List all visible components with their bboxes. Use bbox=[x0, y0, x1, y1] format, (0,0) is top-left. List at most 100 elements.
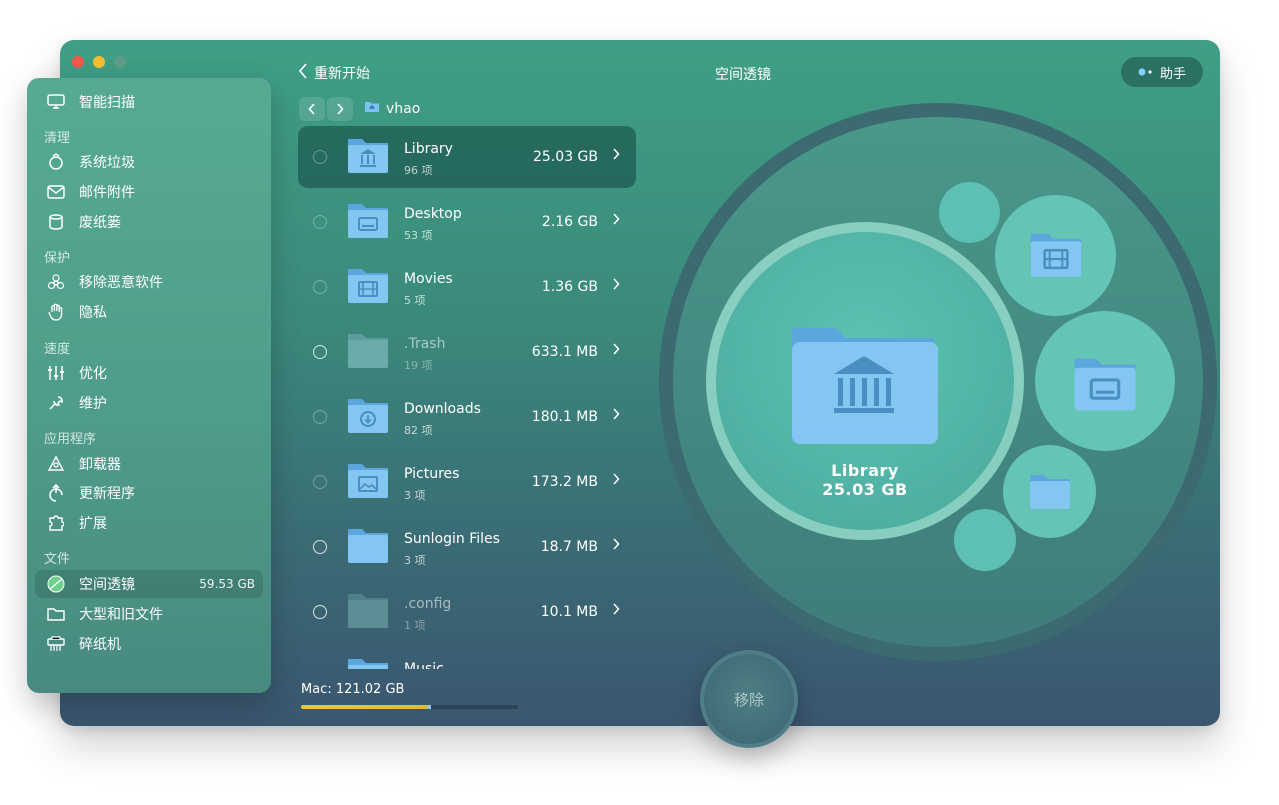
chevron-right-icon[interactable] bbox=[612, 343, 620, 359]
movies-folder-icon bbox=[1030, 233, 1082, 277]
sidebar-item-label: 更新程序 bbox=[79, 486, 135, 502]
list-item[interactable]: Sunlogin Files 3 项 18.7 MB bbox=[298, 516, 636, 578]
sidebar-item-optimization[interactable]: 优化 bbox=[35, 359, 263, 387]
space-lens-size: 59.53 GB bbox=[199, 577, 255, 591]
sidebar-item-label: 碎纸机 bbox=[79, 637, 121, 653]
file-count: 96 项 bbox=[404, 164, 433, 177]
list-item[interactable]: Library 96 项 25.03 GB bbox=[298, 126, 636, 188]
sidebar-item-trash[interactable]: 废纸篓 bbox=[35, 208, 263, 236]
file-count: 3 项 bbox=[404, 554, 426, 567]
sidebar-item-privacy[interactable]: 隐私 bbox=[35, 298, 263, 326]
chevron-right-icon[interactable] bbox=[612, 148, 620, 164]
sidebar: 智能扫描 清理 系统垃圾 邮件附件 废纸篓 保护 移除恶意软件 隐私 速度 优化… bbox=[27, 78, 271, 693]
file-count: 5 项 bbox=[404, 294, 426, 307]
select-checkbox[interactable] bbox=[313, 280, 327, 294]
desktop-folder-icon bbox=[348, 204, 388, 238]
list-item[interactable]: Downloads 82 项 180.1 MB bbox=[298, 386, 636, 448]
chevron-right-icon[interactable] bbox=[612, 538, 620, 554]
select-checkbox[interactable] bbox=[313, 150, 327, 164]
chevron-right-icon[interactable] bbox=[612, 278, 620, 294]
sidebar-item-maintenance[interactable]: 维护 bbox=[35, 389, 263, 417]
file-size: 173.2 MB bbox=[531, 474, 598, 490]
hidden-folder-icon bbox=[348, 594, 388, 628]
file-name: Music bbox=[404, 661, 444, 669]
chevron-right-icon[interactable] bbox=[612, 473, 620, 489]
downloads-folder-icon bbox=[348, 399, 388, 433]
file-size: 1.36 GB bbox=[541, 279, 598, 295]
bubble-size: 25.03 GB bbox=[822, 480, 908, 499]
sidebar-item-label: 扩展 bbox=[79, 516, 107, 532]
sidebar-item-mail-attachments[interactable]: 邮件附件 bbox=[35, 178, 263, 206]
chevron-right-icon[interactable] bbox=[612, 213, 620, 229]
close-button[interactable] bbox=[72, 56, 84, 68]
movies-folder-icon bbox=[348, 269, 388, 303]
file-name: Downloads bbox=[404, 401, 481, 417]
assistant-label: 助手 bbox=[1159, 66, 1186, 82]
select-checkbox[interactable] bbox=[313, 605, 327, 619]
shredder-icon bbox=[45, 633, 67, 655]
breadcrumb[interactable]: vhao bbox=[364, 100, 420, 117]
folder-icon bbox=[1030, 475, 1070, 509]
file-count: 53 项 bbox=[404, 229, 433, 242]
sidebar-item-label: 移除恶意软件 bbox=[79, 275, 163, 291]
assistant-dots-icon bbox=[1138, 65, 1154, 80]
select-checkbox[interactable] bbox=[313, 475, 327, 489]
select-checkbox[interactable] bbox=[313, 345, 327, 359]
pictures-folder-icon bbox=[348, 464, 388, 498]
file-size: 25.03 GB bbox=[533, 149, 598, 165]
zoom-button[interactable] bbox=[114, 56, 126, 68]
sidebar-item-label: 大型和旧文件 bbox=[79, 607, 163, 623]
sidebar-item-extensions[interactable]: 扩展 bbox=[35, 509, 263, 537]
desktop-folder-icon bbox=[1074, 358, 1136, 411]
sidebar-item-label: 废纸篓 bbox=[79, 215, 121, 231]
select-checkbox[interactable] bbox=[313, 215, 327, 229]
folder-icon bbox=[45, 603, 67, 625]
sidebar-item-malware[interactable]: 移除恶意软件 bbox=[35, 268, 263, 296]
sidebar-item-shredder[interactable]: 碎纸机 bbox=[35, 630, 263, 658]
sidebar-item-space-lens[interactable]: 空间透镜 59.53 GB bbox=[35, 570, 263, 598]
chevron-right-icon[interactable] bbox=[612, 408, 620, 424]
list-item[interactable]: Pictures 3 项 173.2 MB bbox=[298, 451, 636, 513]
list-item[interactable]: Music bbox=[298, 646, 636, 669]
list-item[interactable]: .Trash 19 项 633.1 MB bbox=[298, 321, 636, 383]
breadcrumb-folder: vhao bbox=[386, 100, 421, 117]
back-nav-button[interactable] bbox=[299, 97, 325, 121]
chevron-right-icon[interactable] bbox=[612, 603, 620, 619]
sidebar-item-label: 优化 bbox=[79, 366, 107, 382]
file-name: Movies bbox=[404, 271, 453, 287]
sidebar-item-smart-scan[interactable]: 智能扫描 bbox=[35, 88, 263, 116]
file-name: Sunlogin Files bbox=[404, 531, 500, 547]
bubble-small[interactable] bbox=[939, 182, 1000, 243]
monitor-icon bbox=[45, 91, 67, 113]
remove-button[interactable]: 移除 bbox=[700, 650, 798, 748]
envelope-icon bbox=[45, 181, 67, 203]
home-folder-icon bbox=[364, 100, 380, 117]
sidebar-item-uninstaller[interactable]: 卸载器 bbox=[35, 450, 263, 478]
sidebar-item-label: 空间透镜 bbox=[79, 577, 135, 593]
file-name: .config bbox=[404, 596, 452, 612]
select-checkbox[interactable] bbox=[313, 410, 327, 424]
file-count: 3 项 bbox=[404, 489, 426, 502]
sidebar-item-updater[interactable]: 更新程序 bbox=[35, 479, 263, 507]
bubble-small[interactable] bbox=[954, 509, 1016, 571]
list-item[interactable]: .config 1 项 10.1 MB bbox=[298, 581, 636, 643]
uninstaller-icon bbox=[45, 453, 67, 475]
file-name: Library bbox=[404, 141, 453, 157]
file-list: Library 96 项 25.03 GB Desktop 53 项 2.16 … bbox=[298, 126, 638, 669]
list-item[interactable]: Movies 5 项 1.36 GB bbox=[298, 256, 636, 318]
section-clean: 清理 bbox=[44, 131, 71, 146]
forward-nav-button[interactable] bbox=[327, 97, 353, 121]
library-folder-icon bbox=[348, 139, 388, 173]
music-folder-icon bbox=[348, 659, 388, 669]
sidebar-item-system-junk[interactable]: 系统垃圾 bbox=[35, 148, 263, 176]
assistant-button[interactable]: 助手 bbox=[1121, 57, 1203, 87]
sidebar-item-large-old-files[interactable]: 大型和旧文件 bbox=[35, 600, 263, 628]
list-item[interactable]: Desktop 53 项 2.16 GB bbox=[298, 191, 636, 253]
folder-icon bbox=[348, 529, 388, 563]
minimize-button[interactable] bbox=[93, 56, 105, 68]
select-checkbox[interactable] bbox=[313, 540, 327, 554]
file-count: 1 项 bbox=[404, 619, 426, 632]
window-controls bbox=[72, 56, 126, 68]
hand-icon bbox=[45, 301, 67, 323]
section-speed: 速度 bbox=[44, 342, 71, 357]
